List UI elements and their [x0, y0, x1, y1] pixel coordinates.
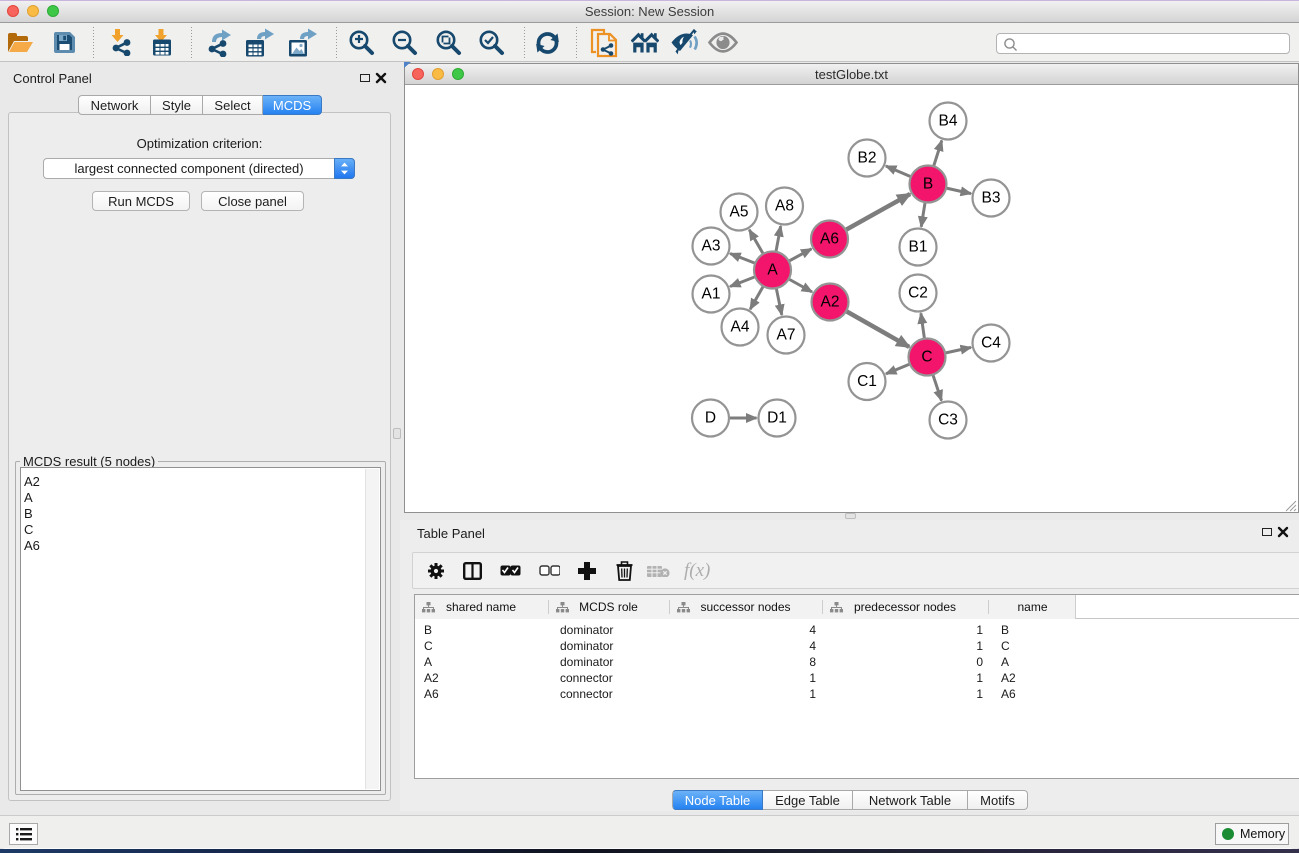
- svg-text:A: A: [767, 262, 778, 279]
- svg-text:D: D: [705, 410, 716, 427]
- svg-text:C1: C1: [857, 373, 877, 390]
- svg-text:B: B: [923, 176, 933, 193]
- svg-text:C2: C2: [908, 285, 928, 302]
- svg-text:B4: B4: [939, 113, 958, 130]
- svg-text:C: C: [921, 349, 932, 366]
- svg-text:B2: B2: [858, 150, 877, 167]
- svg-text:C3: C3: [938, 412, 958, 429]
- svg-text:B3: B3: [982, 190, 1001, 207]
- svg-text:B1: B1: [909, 239, 928, 256]
- svg-text:A2: A2: [821, 294, 840, 311]
- svg-text:A8: A8: [775, 198, 794, 215]
- svg-text:A6: A6: [820, 231, 839, 248]
- svg-text:D1: D1: [767, 410, 787, 427]
- svg-text:A7: A7: [777, 327, 796, 344]
- svg-text:A5: A5: [730, 204, 749, 221]
- svg-text:A3: A3: [702, 238, 721, 255]
- svg-text:C4: C4: [981, 335, 1001, 352]
- svg-text:A1: A1: [702, 286, 721, 303]
- svg-text:A4: A4: [731, 319, 750, 336]
